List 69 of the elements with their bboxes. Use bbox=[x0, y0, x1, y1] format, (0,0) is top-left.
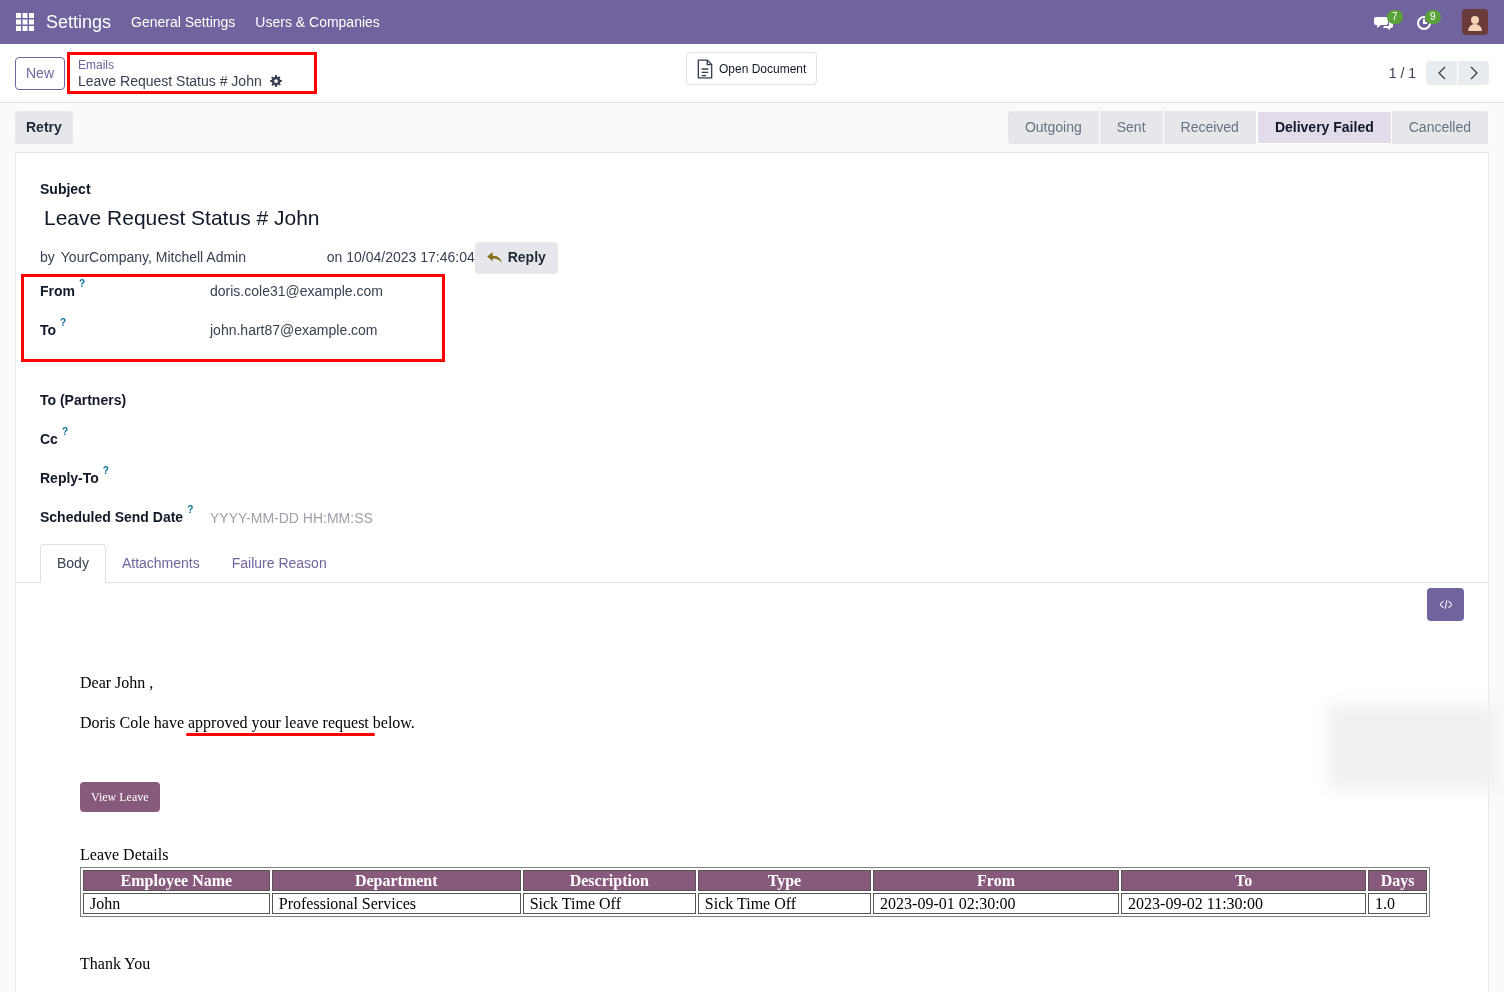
app-title[interactable]: Settings bbox=[46, 8, 112, 36]
table-title: Leave Details bbox=[80, 844, 170, 865]
document-icon bbox=[697, 58, 713, 79]
greeting-text: Dear John , bbox=[80, 672, 155, 693]
menu-item[interactable]: General Settings bbox=[131, 11, 236, 33]
tab[interactable]: Failure Reason bbox=[215, 543, 343, 583]
table-cell: 1.0 bbox=[1368, 892, 1427, 914]
date-input-field[interactable]: YYYY-MM-DD HH:MM:SS bbox=[210, 506, 460, 529]
breadcrumb-link[interactable]: Emails bbox=[78, 57, 306, 73]
reply-button[interactable]: Reply bbox=[474, 241, 558, 274]
help-tooltip-icon[interactable]: ? bbox=[187, 504, 194, 515]
field-label: Scheduled Send Date bbox=[40, 507, 184, 527]
gear-icon[interactable] bbox=[269, 75, 282, 87]
table-cell: Sick Time Off bbox=[697, 892, 872, 914]
clock-icon[interactable] bbox=[1416, 15, 1432, 31]
tab[interactable]: Body bbox=[40, 543, 106, 583]
by-label: by bbox=[40, 248, 55, 267]
author-name: YourCompany, Mitchell Admin bbox=[60, 248, 247, 267]
field-label: Reply-To bbox=[40, 468, 99, 488]
email-value: john.hart87@example.com bbox=[210, 320, 378, 340]
column-header: Days bbox=[1368, 869, 1427, 891]
column-header: Employee Name bbox=[83, 869, 270, 891]
code-icon bbox=[1439, 600, 1452, 609]
view-leave-button[interactable]: View Leave bbox=[80, 781, 160, 812]
field-label: To bbox=[40, 320, 57, 340]
reply-arrow-icon bbox=[486, 252, 502, 263]
status-stage[interactable]: Outgoing bbox=[1007, 111, 1100, 144]
column-header: From bbox=[873, 869, 1120, 891]
code-view-button[interactable] bbox=[1427, 588, 1464, 621]
new-button[interactable]: New bbox=[15, 56, 65, 90]
column-header: Department bbox=[271, 869, 521, 891]
column-header: Type bbox=[697, 869, 872, 891]
help-tooltip-icon[interactable]: ? bbox=[60, 317, 67, 328]
help-tooltip-icon[interactable]: ? bbox=[102, 465, 109, 476]
menu-item[interactable]: Users & Companies bbox=[255, 11, 380, 33]
email-value: doris.cole31@example.com bbox=[210, 281, 383, 301]
message-text: Doris Cole have approved your leave request below. bbox=[80, 710, 1424, 735]
closing-text: Thank You bbox=[80, 953, 152, 974]
help-tooltip-icon[interactable]: ? bbox=[61, 426, 68, 437]
table-cell: 2023-09-01 02:30:00 bbox=[873, 892, 1120, 914]
pager-value[interactable]: 1 / 1 bbox=[1388, 62, 1416, 84]
status-stage[interactable]: Delivery Failed bbox=[1256, 111, 1392, 144]
user-avatar[interactable] bbox=[1462, 9, 1488, 35]
record-title: Leave Request Status # John bbox=[78, 73, 262, 89]
message-count-badge: 7 bbox=[1387, 10, 1403, 24]
field-label: Cc bbox=[40, 429, 58, 449]
open-document-button[interactable]: Open Document bbox=[686, 52, 818, 85]
field-label: To (Partners) bbox=[40, 390, 127, 410]
table-cell: John bbox=[83, 892, 270, 914]
table-cell: Sick Time Off bbox=[522, 892, 696, 914]
apps-menu-icon[interactable] bbox=[16, 13, 34, 31]
chevron-left-icon bbox=[1437, 66, 1446, 80]
message-date: on 10/04/2023 17:46:04 bbox=[326, 248, 475, 267]
status-stage[interactable]: Cancelled bbox=[1391, 111, 1489, 144]
column-header: To bbox=[1121, 869, 1367, 891]
status-stage[interactable]: Sent bbox=[1099, 111, 1164, 144]
status-stage[interactable]: Received bbox=[1163, 111, 1257, 144]
field-label: From bbox=[40, 281, 75, 301]
column-header: Description bbox=[522, 869, 696, 891]
chat-icon[interactable] bbox=[1374, 15, 1394, 31]
field-label: Subject bbox=[40, 180, 92, 199]
table-cell: Professional Services bbox=[271, 892, 521, 914]
help-tooltip-icon[interactable]: ? bbox=[79, 278, 86, 289]
chevron-right-icon bbox=[1469, 66, 1478, 80]
table-cell: 2023-09-02 11:30:00 bbox=[1121, 892, 1367, 914]
retry-button[interactable]: Retry bbox=[15, 111, 73, 144]
tab[interactable]: Attachments bbox=[105, 543, 216, 583]
activity-count-badge: 9 bbox=[1425, 10, 1441, 24]
subject-value: Leave Request Status # John bbox=[44, 205, 321, 231]
